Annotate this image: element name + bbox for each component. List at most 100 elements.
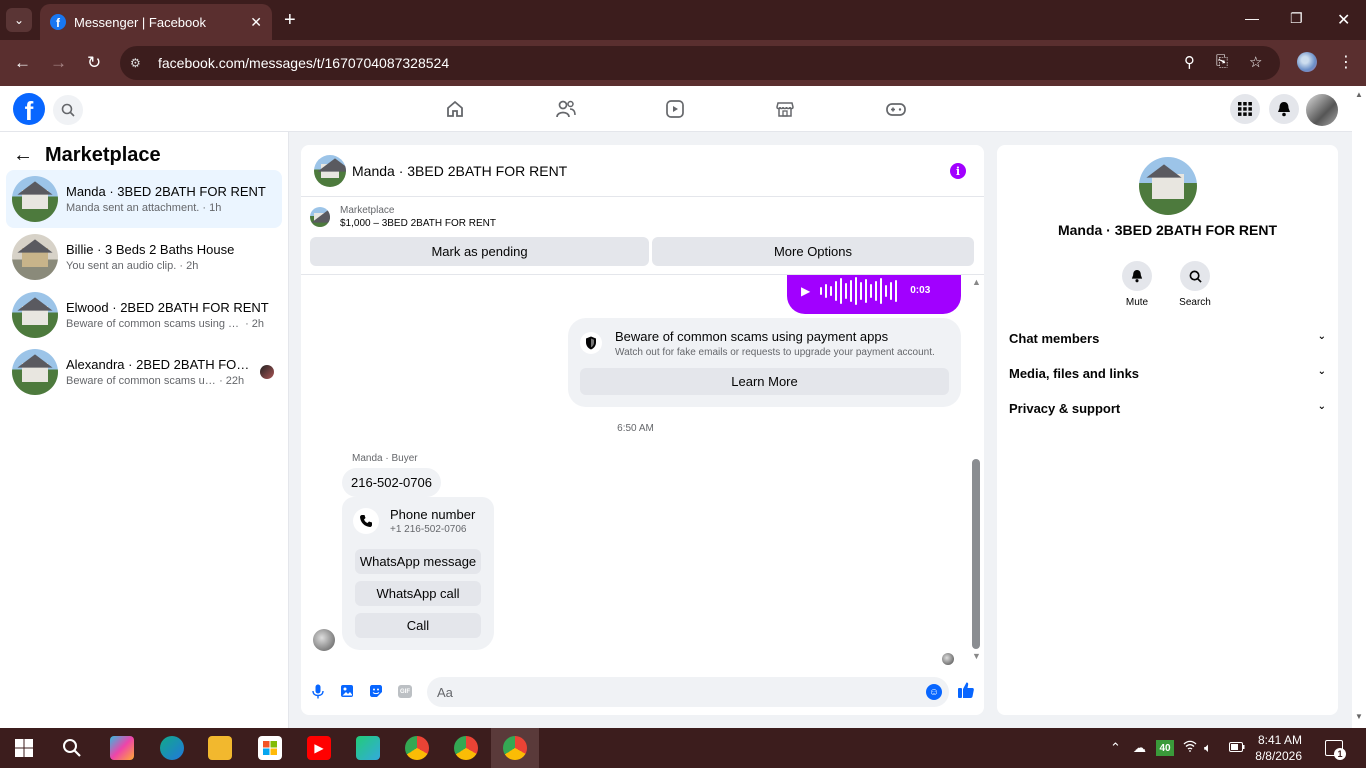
whatsapp-call-button[interactable]: WhatsApp call (355, 581, 481, 606)
bookmark-star-icon[interactable]: ☆ (1249, 53, 1262, 71)
scroll-down-icon[interactable]: ▼ (1355, 712, 1363, 721)
conversation-time: · 2h (245, 318, 265, 330)
conversation-item-elwood[interactable]: Elwood · 2BED 2BATH FOR RENT Beware of c… (6, 286, 282, 344)
microsoft-store-icon[interactable] (258, 736, 282, 760)
learn-more-button[interactable]: Learn More (580, 368, 949, 395)
menu-grid-button[interactable] (1230, 94, 1260, 124)
listing-summary[interactable]: Marketplace $1,000 – 3BED 2BATH FOR RENT (310, 205, 496, 229)
conversation-item-alexandra[interactable]: Alexandra · 2BED 2BATH FOR RE... Beware … (6, 343, 282, 401)
sticker-icon[interactable] (369, 684, 383, 701)
conversation-time: · 22h (219, 375, 245, 387)
phone-message-bubble[interactable]: 216-502-0706 (342, 468, 441, 497)
bell-icon (1278, 102, 1290, 117)
tab-close-icon[interactable]: ✕ (250, 14, 262, 31)
facebook-header: f (0, 86, 1352, 132)
conversation-item-manda[interactable]: Manda · 3BED 2BATH FOR RENT Manda sent a… (6, 170, 282, 228)
listing-thumbnail (12, 234, 58, 280)
chevron-down-icon: ⌄ (1317, 331, 1326, 342)
widgets-app-icon[interactable] (356, 736, 380, 760)
scroll-up-icon[interactable]: ▲ (972, 277, 981, 287)
battery-icon[interactable] (1229, 740, 1245, 755)
scam-warning-card: Beware of common scams using payment app… (568, 318, 961, 407)
contact-avatar[interactable] (1139, 157, 1197, 215)
media-files-links-section[interactable]: Media, files and links ⌄ (1009, 366, 1326, 381)
tray-badge[interactable]: 40 (1156, 740, 1174, 756)
install-app-icon[interactable]: ⎘ (1216, 53, 1228, 70)
gaming-nav-icon[interactable] (885, 99, 907, 122)
address-bar[interactable]: ⚙ facebook.com/messages/t/16707040873285… (120, 46, 1280, 80)
taskbar-search-icon[interactable] (60, 736, 84, 760)
gif-icon[interactable]: GIF (398, 685, 412, 698)
reload-button[interactable]: ↻ (87, 53, 101, 73)
audio-clip-message[interactable]: ▶ 0:03 (787, 275, 961, 314)
wifi-icon[interactable] (1183, 740, 1197, 755)
emoji-icon[interactable]: ☺ (926, 684, 942, 700)
search-in-conversation-action[interactable]: Search (1170, 261, 1220, 308)
conversation-name: Billie · 3 Beds 2 Baths House (66, 242, 235, 257)
tray-overflow-icon[interactable]: ⌃ (1110, 740, 1121, 756)
privacy-support-section[interactable]: Privacy & support ⌄ (1009, 401, 1326, 416)
friends-nav-icon[interactable] (555, 99, 577, 122)
system-clock[interactable]: 8:41 AM 8/8/2026 (1252, 732, 1302, 764)
video-nav-icon[interactable] (665, 99, 685, 122)
youtube-icon[interactable]: ▶ (307, 736, 331, 760)
microphone-icon[interactable] (312, 684, 324, 702)
chrome-profile-icon[interactable] (454, 736, 478, 760)
file-explorer-icon[interactable] (208, 736, 232, 760)
conversation-item-billie[interactable]: Billie · 3 Beds 2 Baths House You sent a… (6, 228, 282, 286)
message-scrollbar[interactable]: ▲ ▼ (970, 275, 982, 665)
contact-name: Manda · 3BED 2BATH FOR RENT (1057, 222, 1278, 238)
minimize-button[interactable]: — (1245, 10, 1259, 26)
account-avatar[interactable] (1306, 94, 1338, 126)
edge-browser-icon[interactable] (160, 736, 184, 760)
home-nav-icon[interactable] (445, 99, 465, 122)
info-icon[interactable]: i (950, 163, 966, 179)
chrome-active-icon[interactable] (503, 736, 527, 760)
facebook-logo-icon[interactable]: f (13, 93, 45, 125)
scrollbar-thumb[interactable] (972, 459, 980, 649)
thumbs-up-icon[interactable] (957, 681, 975, 704)
facebook-search-button[interactable] (53, 95, 83, 125)
call-button[interactable]: Call (355, 613, 481, 638)
scroll-up-icon[interactable]: ▲ (1355, 90, 1363, 99)
tab-search-button[interactable]: ⌄ (6, 8, 32, 32)
bell-icon (1122, 261, 1152, 291)
notifications-button[interactable] (1269, 94, 1299, 124)
site-info-icon[interactable]: ⚙ (130, 56, 148, 70)
chrome-icon[interactable] (405, 736, 429, 760)
warning-title: Beware of common scams using payment app… (615, 329, 889, 344)
whatsapp-message-button[interactable]: WhatsApp message (355, 549, 481, 574)
photo-icon[interactable] (340, 684, 354, 701)
back-arrow-icon[interactable]: ← (13, 144, 33, 167)
browser-menu-icon[interactable]: ⋮ (1338, 52, 1354, 72)
browser-profile-avatar[interactable] (1297, 52, 1317, 72)
marketplace-label: Marketplace (340, 205, 395, 216)
mark-as-pending-button[interactable]: Mark as pending (310, 237, 649, 266)
page-scrollbar[interactable]: ▲ ▼ (1352, 86, 1366, 728)
chat-avatar[interactable] (314, 154, 346, 187)
copilot-icon[interactable] (110, 736, 134, 760)
onedrive-icon[interactable]: ☁ (1133, 740, 1146, 756)
message-list[interactable]: ▶ 0:03 Beware of common scams using paym… (301, 275, 984, 665)
zoom-icon[interactable]: ⚲ (1184, 53, 1195, 71)
restore-button[interactable]: ❐ (1290, 10, 1303, 27)
listing-thumbnail (310, 207, 330, 227)
forward-button[interactable]: → (50, 53, 67, 73)
new-tab-button[interactable]: + (284, 10, 296, 30)
search-icon (1180, 261, 1210, 291)
marketplace-nav-icon[interactable] (775, 99, 795, 122)
message-input[interactable] (427, 677, 949, 707)
mute-action[interactable]: Mute (1112, 261, 1162, 308)
volume-icon[interactable]: 🔈︎ (1204, 740, 1212, 756)
scroll-down-icon[interactable]: ▼ (972, 651, 981, 661)
back-button[interactable]: ← (14, 53, 31, 73)
conversation-snippet: You sent an audio clip. (66, 260, 177, 272)
play-icon[interactable]: ▶ (801, 284, 810, 298)
windows-start-icon[interactable] (12, 736, 36, 760)
browser-tab[interactable]: f Messenger | Facebook ✕ (40, 4, 272, 40)
close-window-button[interactable]: ✕ (1337, 10, 1350, 30)
chat-members-section[interactable]: Chat members ⌄ (1009, 331, 1326, 346)
chat-title[interactable]: Manda · 3BED 2BATH FOR RENT (352, 163, 567, 179)
more-options-button[interactable]: More Options (652, 237, 974, 266)
section-label: Chat members (1009, 331, 1100, 346)
